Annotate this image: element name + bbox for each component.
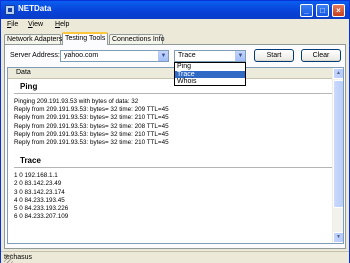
tool-mode-dropdown: Ping Trace Whois: [174, 62, 246, 86]
app-window: NETData _ □ × File View Help Network Ada…: [0, 0, 350, 263]
tool-mode-select[interactable]: Trace ▼: [174, 50, 246, 62]
trace-line: 4 0 84.233.193.45: [14, 196, 65, 204]
window-title: NETData: [18, 4, 52, 13]
title-bar[interactable]: NETData _ □ ×: [1, 1, 349, 19]
ping-line: Reply from 209.191.93.53: bytes= 32 time…: [14, 122, 169, 130]
menu-help[interactable]: Help: [55, 21, 69, 28]
trace-line: 1 0 192.168.1.1: [14, 172, 58, 180]
column-header[interactable]: Data: [8, 68, 332, 79]
divider: [14, 93, 332, 94]
option-ping[interactable]: Ping: [175, 63, 245, 71]
option-whois[interactable]: Whois: [175, 78, 245, 86]
divider: [14, 167, 332, 169]
minimize-button[interactable]: _: [300, 4, 313, 17]
ping-line: Pinging 209.191.93.53 with bytes of data…: [14, 98, 139, 105]
option-trace[interactable]: Trace: [175, 70, 245, 78]
trace-line: 5 0 84.233.193.226: [14, 204, 69, 212]
menu-view[interactable]: View: [28, 21, 43, 28]
server-address-combo[interactable]: yahoo.com ▼: [60, 50, 169, 62]
ping-line: Reply from 209.191.93.53: bytes= 32 time…: [14, 138, 169, 146]
column-header-data: Data: [16, 69, 31, 76]
chevron-down-icon[interactable]: ▼: [235, 51, 245, 61]
close-button[interactable]: ×: [332, 4, 345, 17]
results-list[interactable]: Data Ping Pinging 209.191.93.53 with byt…: [7, 67, 344, 244]
start-button[interactable]: Start: [254, 49, 294, 62]
ping-line: Reply from 209.191.93.53: bytes= 32 time…: [14, 114, 169, 122]
app-icon: [5, 5, 15, 15]
status-bar: techasus: [1, 251, 349, 263]
menu-bar: File View Help: [1, 19, 349, 31]
scroll-down-icon[interactable]: ▼: [333, 232, 343, 243]
clear-button[interactable]: Clear: [301, 49, 341, 62]
trace-line: 3 0 83.142.23.174: [14, 188, 65, 196]
vertical-scrollbar[interactable]: ▲ ▼: [332, 68, 343, 243]
chevron-down-icon[interactable]: ▼: [158, 51, 168, 61]
tool-mode-value[interactable]: Trace: [178, 52, 196, 59]
server-address-label: Server Address:: [10, 52, 60, 59]
trace-section-title: Trace: [20, 156, 41, 166]
menu-file[interactable]: File: [7, 21, 18, 28]
scroll-up-icon[interactable]: ▲: [333, 68, 343, 79]
trace-line: 2 0 83.142.23.49: [14, 180, 62, 188]
server-address-value[interactable]: yahoo.com: [64, 52, 98, 59]
ping-line: Reply from 209.191.93.53: bytes= 32 time…: [14, 130, 169, 138]
tab-testing-tools[interactable]: Testing Tools: [62, 32, 108, 45]
scrollbar-thumb[interactable]: [333, 80, 343, 208]
resize-grip-icon[interactable]: [4, 254, 13, 263]
maximize-button[interactable]: □: [316, 4, 329, 17]
trace-line: 6 0 84.233.207.109: [14, 213, 69, 221]
results-content: Ping Pinging 209.191.93.53 with bytes of…: [14, 81, 332, 221]
ping-line: Reply from 209.191.93.53: bytes= 32 time…: [14, 106, 169, 114]
